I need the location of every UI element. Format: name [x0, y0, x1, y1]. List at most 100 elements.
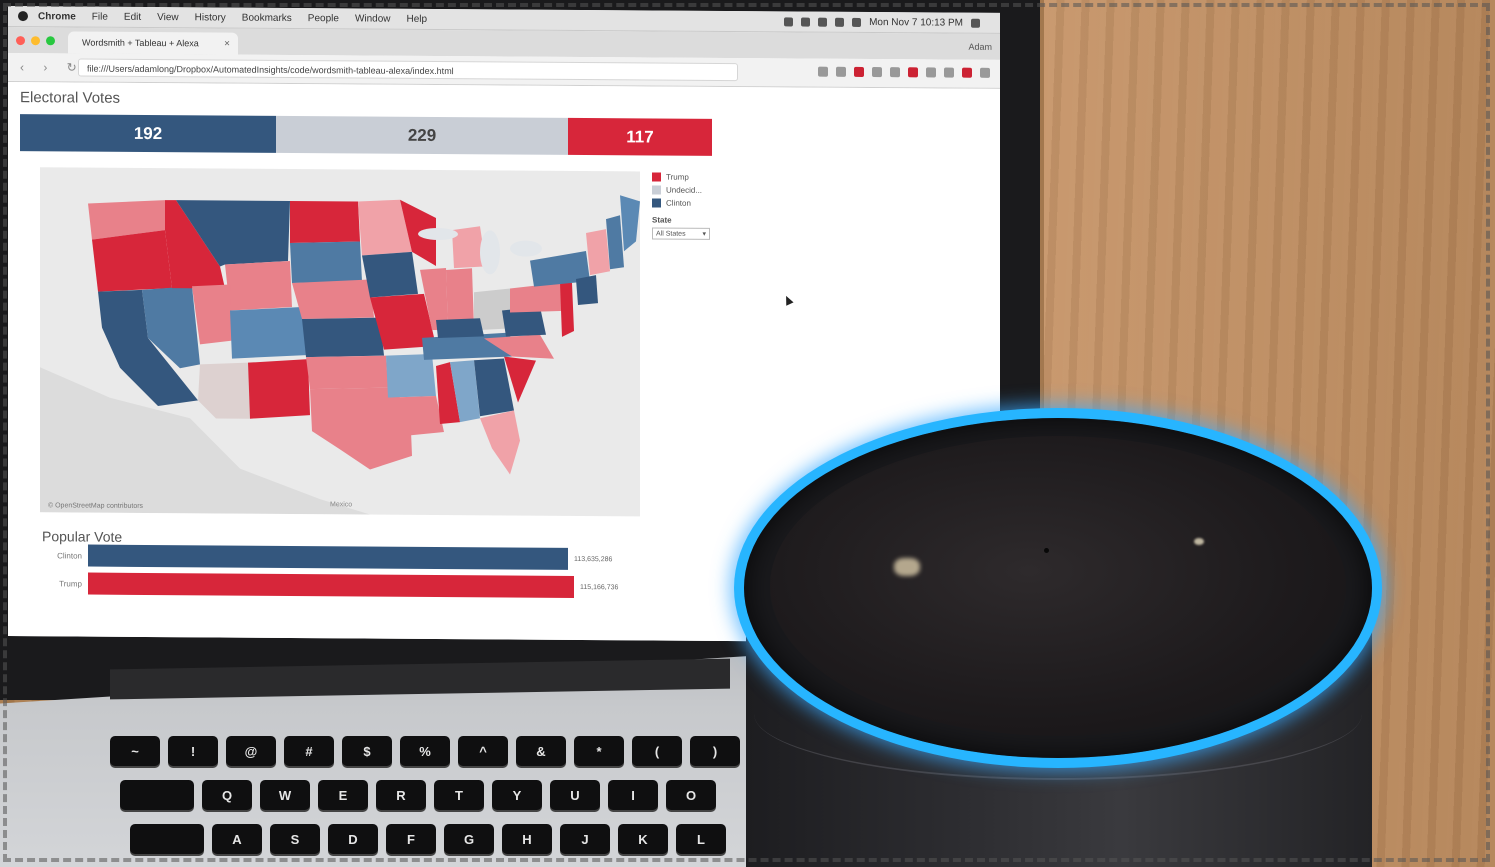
keyboard-key[interactable]: R [376, 780, 426, 810]
popular-vote-bar-clinton[interactable] [88, 544, 568, 570]
legend-item-undecided[interactable]: Undecid... [652, 185, 710, 195]
keyboard-key[interactable]: ( [632, 736, 682, 766]
keyboard-key[interactable]: L [676, 824, 726, 854]
star-icon[interactable] [818, 66, 828, 77]
state-shape[interactable] [586, 229, 610, 276]
nav-arrows-icon[interactable]: ‹ › ↻ [20, 60, 85, 74]
keyboard-key[interactable]: % [400, 736, 450, 766]
state-shape[interactable] [620, 195, 640, 252]
keyboard-key[interactable]: O [666, 780, 716, 810]
tray-icon[interactable] [801, 17, 811, 27]
browser-tab[interactable]: Wordsmith + Tableau + Alexa × [68, 31, 238, 55]
menu-help[interactable]: Help [407, 13, 428, 24]
extension-icon[interactable] [944, 67, 954, 78]
wifi-icon[interactable] [835, 17, 845, 27]
menu-view[interactable]: View [157, 12, 179, 23]
extension-icon[interactable] [872, 67, 882, 78]
state-shape[interactable] [302, 317, 384, 358]
trump-electoral-count[interactable]: 117 [568, 117, 712, 156]
state-filter-dropdown[interactable]: All States [652, 227, 710, 240]
popular-vote-row-clinton[interactable]: Clinton 113,635,286 [42, 544, 612, 570]
state-shape[interactable] [290, 241, 362, 284]
legend-item-trump[interactable]: Trump [652, 172, 710, 182]
state-shape[interactable] [510, 282, 564, 313]
keyboard-key[interactable]: * [574, 736, 624, 766]
state-shape[interactable] [198, 362, 250, 419]
state-shape[interactable] [290, 200, 360, 243]
extension-icon[interactable] [926, 67, 936, 78]
map-place-label: Mexico [330, 501, 352, 508]
legend-item-clinton[interactable]: Clinton [652, 198, 710, 208]
keyboard-key[interactable]: K [618, 824, 668, 854]
caps-lock-key[interactable] [130, 824, 204, 854]
keyboard-key[interactable]: Q [202, 780, 252, 810]
keyboard-key[interactable]: G [444, 824, 494, 854]
state-shape[interactable] [92, 230, 172, 293]
shield-icon[interactable] [962, 67, 972, 78]
tray-icon[interactable] [818, 17, 828, 27]
extension-icon[interactable] [854, 66, 864, 77]
keyboard-key[interactable]: J [560, 824, 610, 854]
popular-vote-bar-trump[interactable] [88, 572, 574, 598]
keyboard-key[interactable]: F [386, 824, 436, 854]
state-shape[interactable] [480, 410, 520, 475]
keyboard-key[interactable]: ^ [458, 736, 508, 766]
menu-file[interactable]: File [92, 11, 108, 22]
address-bar[interactable]: file:///Users/adamlong/Dropbox/Automated… [78, 58, 738, 82]
close-tab-icon[interactable]: × [224, 38, 230, 49]
keyboard-key[interactable]: U [550, 780, 600, 810]
keyboard-key[interactable]: I [608, 780, 658, 810]
menu-people[interactable]: People [308, 13, 339, 24]
state-shape[interactable] [292, 279, 374, 320]
tab-key[interactable] [120, 780, 194, 810]
popular-vote-row-trump[interactable]: Trump 115,166,736 [42, 572, 618, 598]
battery-icon[interactable] [852, 17, 862, 27]
apple-icon[interactable] [18, 11, 28, 22]
extension-icon[interactable] [890, 67, 900, 78]
keyboard-key[interactable]: ~ [110, 736, 160, 766]
state-shape[interactable] [560, 282, 574, 337]
clinton-electoral-count[interactable]: 192 [20, 114, 276, 153]
menu-edit[interactable]: Edit [124, 11, 141, 22]
extension-icon[interactable] [908, 67, 918, 78]
undecided-electoral-count[interactable]: 229 [276, 115, 568, 155]
state-shape[interactable] [386, 353, 436, 398]
extension-icon[interactable] [836, 66, 846, 77]
state-shape[interactable] [362, 251, 418, 298]
keyboard-key[interactable]: $ [342, 736, 392, 766]
menu-chrome[interactable]: Chrome [38, 11, 76, 22]
electoral-votes-title: Electoral Votes [20, 89, 121, 107]
keyboard-key[interactable]: A [212, 824, 262, 854]
keyboard-key[interactable]: W [260, 780, 310, 810]
tray-icon[interactable] [784, 16, 794, 26]
keyboard-key[interactable]: @ [226, 736, 276, 766]
keyboard-key[interactable]: D [328, 824, 378, 854]
us-state-map[interactable]: Mexico © OpenStreetMap contributors [40, 167, 640, 517]
state-shape[interactable] [248, 359, 310, 419]
zoom-window-icon[interactable] [46, 36, 55, 46]
keyboard-key[interactable]: S [270, 824, 320, 854]
keyboard-key[interactable]: H [502, 824, 552, 854]
minimize-window-icon[interactable] [31, 36, 40, 46]
menubar-clock[interactable]: Mon Nov 7 10:13 PM [869, 17, 963, 29]
close-window-icon[interactable] [16, 36, 25, 46]
state-shape[interactable] [225, 260, 292, 311]
menu-window[interactable]: Window [355, 13, 391, 24]
keyboard-key[interactable]: T [434, 780, 484, 810]
keyboard-key[interactable]: Y [492, 780, 542, 810]
keyboard-key[interactable]: E [318, 780, 368, 810]
keyboard-key[interactable]: ! [168, 736, 218, 766]
state-shape[interactable] [576, 275, 598, 305]
state-shape[interactable] [192, 284, 232, 345]
state-shape[interactable] [230, 307, 306, 360]
profile-name[interactable]: Adam [968, 42, 992, 52]
keyboard-key[interactable]: & [516, 736, 566, 766]
state-shape[interactable] [306, 355, 388, 390]
keyboard-key[interactable]: # [284, 736, 334, 766]
menu-dots-icon[interactable] [980, 67, 990, 78]
state-shape[interactable] [436, 318, 484, 339]
menu-history[interactable]: History [195, 12, 226, 23]
menu-bookmarks[interactable]: Bookmarks [242, 12, 292, 23]
search-icon[interactable] [971, 18, 980, 28]
keyboard-key[interactable]: ) [690, 736, 740, 766]
